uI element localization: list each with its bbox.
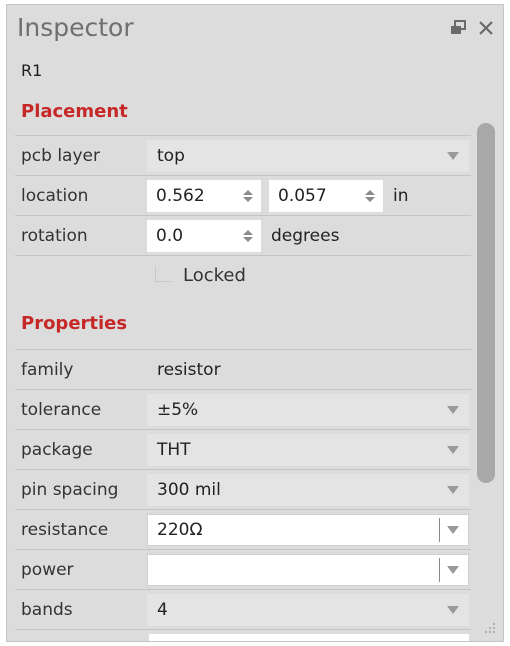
pin-spacing-combo[interactable]: 300 mil <box>147 474 469 506</box>
location-x-spinbox[interactable]: 0.562 <box>147 180 261 212</box>
placement-header: Placement <box>21 101 128 122</box>
package-label: package <box>21 440 93 460</box>
pcb-layer-row: pcb layer top <box>15 135 471 175</box>
locked-checkbox[interactable] <box>155 266 171 282</box>
rotation-unit: degrees <box>271 226 340 246</box>
resistance-value[interactable]: 220Ω <box>157 515 202 545</box>
package-combo[interactable]: THT <box>147 434 469 466</box>
chevron-down-icon[interactable] <box>447 152 459 160</box>
bands-row: bands 4 <box>15 589 471 629</box>
title-bar: Inspector <box>7 5 503 49</box>
locked-label[interactable]: Locked <box>183 256 246 296</box>
spin-arrows-icon[interactable] <box>243 230 253 242</box>
combo-divider <box>439 558 440 582</box>
chevron-down-icon[interactable] <box>447 606 459 614</box>
pcb-layer-dropdown[interactable]: top <box>147 140 469 172</box>
location-label: location <box>21 186 89 206</box>
title-buttons <box>449 19 495 37</box>
power-combo[interactable] <box>147 554 469 586</box>
bands-dropdown[interactable]: 4 <box>147 594 469 626</box>
combo-divider <box>439 518 440 542</box>
resistance-combo[interactable]: 220Ω <box>147 514 469 546</box>
chevron-down-icon[interactable] <box>447 446 459 454</box>
tolerance-row: tolerance ±5% <box>15 389 471 429</box>
power-row: power <box>15 549 471 589</box>
component-name: R1 <box>21 61 43 80</box>
rotation-label: rotation <box>21 226 88 246</box>
power-editable-combo[interactable] <box>147 554 469 586</box>
location-y-value: 0.057 <box>278 186 327 206</box>
package-dropdown[interactable]: THT <box>147 434 469 466</box>
tolerance-dropdown[interactable]: ±5% <box>147 394 469 426</box>
pin-spacing-dropdown[interactable]: 300 mil <box>147 474 469 506</box>
tolerance-label: tolerance <box>21 400 102 420</box>
inspector-content: Placement pcb layer top location 0.562 0… <box>15 95 471 641</box>
spin-arrows-icon[interactable] <box>243 190 253 202</box>
properties-header: Properties <box>21 313 128 334</box>
rotation-row: rotation 0.0 degrees <box>15 215 471 255</box>
family-field: resistor <box>147 354 469 386</box>
chevron-down-icon[interactable] <box>447 566 459 574</box>
location-fields: 0.562 0.057 in <box>147 180 469 212</box>
resistance-row: resistance 220Ω <box>15 509 471 549</box>
chevron-down-icon[interactable] <box>447 526 459 534</box>
package-value: THT <box>157 440 191 460</box>
bands-label: bands <box>21 600 73 620</box>
window-title: Inspector <box>17 13 134 42</box>
location-x-value: 0.562 <box>156 186 205 206</box>
bands-value: 4 <box>157 600 168 620</box>
locked-row: Locked <box>15 255 471 295</box>
pcb-layer-label: pcb layer <box>21 146 100 166</box>
chevron-down-icon[interactable] <box>447 406 459 414</box>
family-row: family resistor <box>15 349 471 389</box>
float-window-icon[interactable] <box>449 19 467 37</box>
chevron-down-icon[interactable] <box>447 486 459 494</box>
family-value: resistor <box>157 360 221 380</box>
rotation-spinbox[interactable]: 0.0 <box>147 220 261 252</box>
package-row: package THT <box>15 429 471 469</box>
spin-arrows-icon[interactable] <box>365 190 375 202</box>
location-y-spinbox[interactable]: 0.057 <box>269 180 383 212</box>
power-label: power <box>21 560 74 580</box>
inspector-panel: Inspector R1 Placement pcb layer top loc… <box>6 4 504 642</box>
pin-spacing-label: pin spacing <box>21 480 119 500</box>
resistance-editable-combo[interactable]: 220Ω <box>147 514 469 546</box>
location-row: location 0.562 0.057 in <box>15 175 471 215</box>
pcb-layer-combo[interactable]: top <box>147 140 469 172</box>
resistance-label: resistance <box>21 520 109 540</box>
family-label: family <box>21 360 74 380</box>
bands-combo[interactable]: 4 <box>147 594 469 626</box>
tolerance-value: ±5% <box>157 400 199 420</box>
pcb-layer-value: top <box>157 146 185 166</box>
tolerance-combo[interactable]: ±5% <box>147 394 469 426</box>
pin-spacing-value: 300 mil <box>157 480 221 500</box>
rotation-value: 0.0 <box>156 226 184 246</box>
location-unit: in <box>393 186 409 206</box>
rotation-fields: 0.0 degrees <box>147 220 469 252</box>
close-icon[interactable] <box>477 19 495 37</box>
vertical-scrollbar[interactable] <box>477 123 495 483</box>
resize-grip-icon[interactable] <box>483 621 497 635</box>
next-row-partial <box>15 629 471 641</box>
pin-spacing-row: pin spacing 300 mil <box>15 469 471 509</box>
partial-field[interactable] <box>149 634 469 641</box>
